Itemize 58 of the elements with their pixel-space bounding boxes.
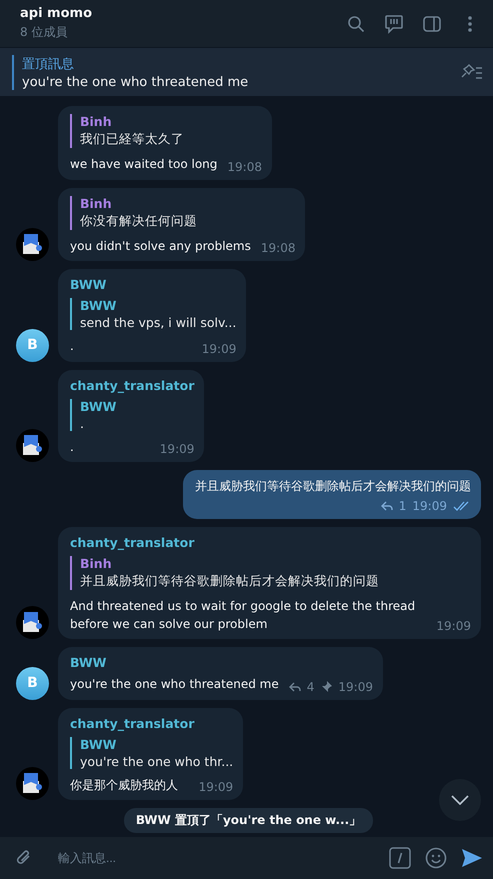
message-time: 19:09	[338, 680, 373, 694]
reply-count: 4	[306, 680, 314, 694]
chat-bubble-icon[interactable]	[383, 12, 405, 34]
translator-avatar-icon	[16, 228, 49, 262]
reply-quote[interactable]: Binh 你没有解决任何问题	[70, 196, 296, 230]
message-time: 19:09	[202, 342, 236, 356]
sender-name[interactable]: chanty_translator	[70, 716, 234, 731]
message-text: 并且威胁我们等待谷歌删除帖后才会解决我们的问题	[195, 478, 471, 496]
reply-quote[interactable]: Binh 我们已経等太久了	[70, 114, 262, 148]
message-time: 19:09	[412, 499, 447, 514]
slash-command-icon[interactable]	[389, 847, 411, 869]
sender-name[interactable]: BWW	[70, 277, 236, 292]
message-text: 你是那个威胁我的人	[70, 776, 178, 794]
quote-author: Binh	[80, 196, 113, 211]
reply-icon	[380, 501, 393, 512]
quote-author: Binh	[80, 556, 113, 572]
quote-text: 我们已経等太久了	[80, 131, 185, 148]
chat-title: api momo	[20, 6, 94, 21]
reply-quote[interactable]: BWW you're the one who thr...	[70, 736, 234, 769]
message-text: .	[70, 338, 74, 356]
chevron-down-icon	[451, 795, 469, 805]
message-time: 19:09	[198, 780, 234, 794]
quote-author: BWW	[80, 398, 118, 414]
reply-quote[interactable]: Binh 并且威胁我们等待谷歌删除帖后才会解决我们的问题	[70, 556, 471, 590]
message-text: .	[70, 438, 74, 456]
quote-author: BWW	[80, 298, 118, 314]
message-time: 19:09	[436, 619, 471, 634]
quote-author: Binh	[80, 114, 113, 130]
quote-text: you're the one who thr...	[80, 754, 234, 769]
message-time: 19:09	[160, 442, 194, 456]
message-text: And threatened us to wait for google to delete the thread before we can solve our problem	[70, 598, 416, 633]
quote-text: 并且威胁我们等待谷歌删除帖后才会解决我们的问题	[80, 573, 380, 590]
translator-avatar-icon	[16, 429, 49, 462]
sender-name[interactable]: chanty_translator	[70, 378, 194, 393]
translator-avatar-icon	[16, 606, 49, 640]
message-text: we have waited too long	[70, 156, 218, 174]
quote-text: send the vps, i will solv...	[80, 315, 236, 330]
reply-quote[interactable]: BWW send the vps, i will solv...	[70, 298, 236, 330]
reply-count: 1	[398, 499, 406, 514]
pinned-label: 置頂訊息	[22, 56, 75, 72]
translator-avatar-icon	[16, 767, 49, 800]
sender-name[interactable]: chanty_translator	[70, 535, 471, 550]
quote-text: .	[80, 416, 85, 431]
send-icon[interactable]	[461, 848, 483, 868]
emoji-icon[interactable]	[425, 847, 447, 869]
pinned-text[interactable]: you're the one who threatened me	[22, 74, 445, 90]
message-text: you didn't solve any problems	[70, 238, 251, 255]
reply-icon	[288, 682, 301, 692]
scroll-down-button[interactable]	[439, 779, 481, 821]
message-text: you're the one who threatened me	[70, 676, 279, 694]
sender-name[interactable]: BWW	[70, 655, 373, 670]
quote-text: 你没有解决任何问题	[80, 212, 198, 230]
member-count: 8 位成員	[20, 24, 68, 41]
quote-author: BWW	[80, 736, 118, 752]
message-time: 19:08	[227, 160, 262, 174]
reply-quote[interactable]: BWW .	[70, 398, 194, 431]
pinned-notice: BWW 置頂了「you're the one w...」	[124, 808, 374, 833]
message-time: 19:08	[260, 241, 296, 256]
